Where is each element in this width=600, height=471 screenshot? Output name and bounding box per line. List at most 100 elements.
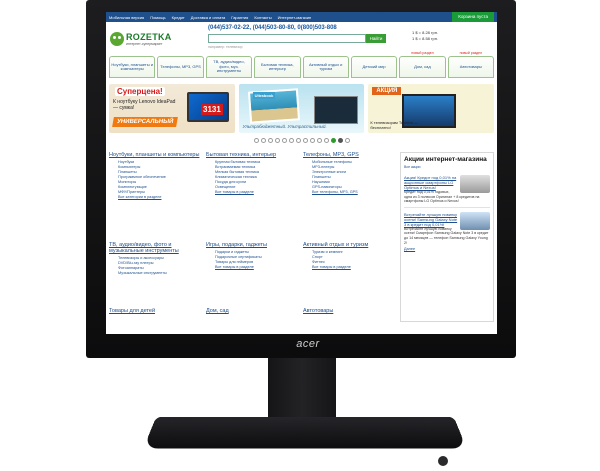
promo-item: Встречайте лучшую новинку осени! Samsung… [404,211,490,245]
section-more-link[interactable]: Все товары в разделе [303,265,394,270]
section-title[interactable]: Игры, подарки, гаджеты [206,242,297,248]
tab-label: Дом, сад [414,63,431,69]
topbar-link-warranty[interactable]: Гарантия [231,15,248,20]
list-item[interactable]: Музыкальные инструменты [109,271,200,276]
tab-laptops[interactable]: Ноутбуки, планшеты и компьютеры [109,56,156,78]
search-bar: Найти [208,34,386,43]
new-section-badge: новый раздел [411,51,434,55]
search-input[interactable] [208,34,366,43]
pager-dot[interactable] [344,137,350,143]
monitor: Мобильная версия Помощь Кредит Доставка … [0,0,600,471]
section-title[interactable]: Автотовары [303,308,394,314]
search-hint: например: телевизор [208,45,243,49]
tab-kids[interactable]: Детский мир [350,56,398,78]
promo-item: Акция! Кредит под 0,01% на акционные сма… [404,175,490,204]
banner-title: Суперцена! [115,87,165,96]
tab-label: Автотовары [459,63,482,69]
topbar-link-contacts[interactable]: Контакты [254,15,271,20]
pager-dot[interactable] [302,137,308,143]
banner-ultrabook[interactable]: Ultrabook Ультрабюджетный. Ультрастильны… [238,84,365,133]
all-promos-link[interactable]: Все акции [404,165,420,169]
tab-phones[interactable]: Телефоны, MP3, GPS [157,56,204,78]
section-phones: Телефоны, MP3, GPS Мобильные телефоны MP… [303,152,394,236]
topbar-link-mobile[interactable]: Мобильная версия [109,15,144,20]
phone-numbers: (044)537-02-22, (044)503-80-80, 0(800)50… [208,25,337,31]
tab-label: Телефоны, MP3, GPS [160,63,201,69]
section-title[interactable]: Товары для детей [109,308,200,314]
section-laptops: Ноутбуки, планшеты и компьютеры Ноутбуки… [109,152,200,236]
pager-dot[interactable] [267,137,273,143]
pager-dot[interactable] [295,137,301,143]
topbar-link-delivery[interactable]: Доставка и оплата [191,15,226,20]
monitor-screen: Мобильная версия Помощь Кредит Доставка … [106,12,497,334]
pager-dot-active[interactable] [330,137,336,143]
ultrabook-image [314,96,359,124]
section-more-link[interactable]: Все товары в разделе [206,190,297,195]
monitor-stand [143,416,467,449]
banner-tv-promo[interactable]: АКЦИЯ К телевизорам Toshiba — бесплатно! [368,84,495,133]
pager-dot[interactable] [253,137,259,143]
pager-dot[interactable] [260,137,266,143]
section-title[interactable]: Дом, сад [206,308,297,314]
promo-title-text: Акции интернет-магазина [404,156,487,163]
site-logo[interactable]: ROZETKA интернет-супермаркет [110,32,172,46]
phone-promo-image [460,175,490,193]
section-kids: Товары для детей [109,308,200,320]
monitor-neck [268,358,336,418]
pager-dot[interactable] [323,137,329,143]
galaxy-promo-image [460,211,490,230]
section-title[interactable]: ТВ, аудио/видео, фото и музыкальные инст… [109,242,200,254]
section-title[interactable]: Ноутбуки, планшеты и компьютеры [109,152,200,158]
pager-dot[interactable] [309,137,315,143]
section-outdoor: Активный отдых и туризм Туризм и кемпинг… [303,242,394,302]
tab-home-garden[interactable]: новый раздел Дом, сад [399,51,446,78]
search-button[interactable]: Найти [366,34,386,43]
tab-label: Ноутбуки, планшеты и компьютеры [111,61,153,71]
category-tabs: Ноутбуки, планшеты и компьютеры Телефоны… [106,51,497,78]
topbar-link-shop[interactable]: Интернет-магазин [278,15,312,20]
new-section-badge: новый раздел [459,51,483,55]
banner-ribbon: УНИВЕРСАЛЬНЫЙ [112,117,179,127]
logo-text: ROZETKA [126,32,172,42]
promo-sidebar: Акции интернет-магазина Все акции Акция!… [400,152,494,322]
tab-label: Активный отдых и туризм [308,61,343,71]
pager-dot[interactable] [288,137,294,143]
promo-title: Акции интернет-магазина Все акции [404,156,490,171]
pager-dot[interactable] [281,137,287,143]
pager-dot[interactable] [274,137,280,143]
pager-dot[interactable] [337,137,343,143]
topbar-link-credit[interactable]: Кредит [172,15,185,20]
pager-dot[interactable] [316,137,322,143]
banner-supercena[interactable]: Суперцена! К ноутбуку Lenovo IdeaPad — с… [109,84,235,133]
exchange-rates: 1 $ = 8.28 грн. 1 $ = 8.58 грн. [412,30,438,42]
tab-label: Детский мир [362,63,386,69]
banner-tag: Ultrabook [252,92,276,99]
promo-more-link[interactable]: Далее [404,247,490,251]
category-columns: Ноутбуки, планшеты и компьютеры Ноутбуки… [109,152,394,322]
section-home-garden: Дом, сад [206,308,297,320]
banner-text: К ноутбуку Lenovo IdeaPad — сумка! [113,99,176,111]
tab-tv-audio[interactable]: ТВ, аудио/видео, фото, муз. инструменты [205,56,253,78]
section-title[interactable]: Бытовая техника, интерьер [206,152,297,158]
banner-row: Суперцена! К ноутбуку Lenovo IdeaPad — с… [106,78,497,136]
banner-pager [106,136,497,144]
tab-label: Бытовая техника, интерьер [260,61,294,71]
tab-appliances[interactable]: Бытовая техника, интерьер [254,56,301,78]
cart-button[interactable]: Корзина пуста [452,12,494,22]
topbar-link-help[interactable]: Помощь [150,15,165,20]
section-more-link[interactable]: Все категории в разделе [109,195,200,200]
banner-text: Ультрабюджетный. Ультрастильный. [242,124,327,129]
main-content: Ноутбуки, планшеты и компьютеры Ноутбуки… [106,144,497,322]
divider [404,206,490,208]
rate-line: 1 $ = 8.58 грн. [412,36,439,41]
section-gifts: Игры, подарки, гаджеты Подарки и гаджеты… [206,242,297,302]
banner-text: К телевизорам Toshiba — бесплатно! [370,120,418,130]
section-more-link[interactable]: Все телефоны, MP3, GPS [303,190,394,195]
section-title[interactable]: Телефоны, MP3, GPS [303,152,394,158]
tab-auto[interactable]: новый раздел Автотовары [447,51,494,78]
section-tv: ТВ, аудио/видео, фото и музыкальные инст… [109,242,200,302]
section-title[interactable]: Активный отдых и туризм [303,242,394,248]
top-bar: Мобильная версия Помощь Кредит Доставка … [106,12,497,22]
section-more-link[interactable]: Все товары в разделе [206,265,297,270]
tab-outdoor[interactable]: Активный отдых и туризм [302,56,349,78]
